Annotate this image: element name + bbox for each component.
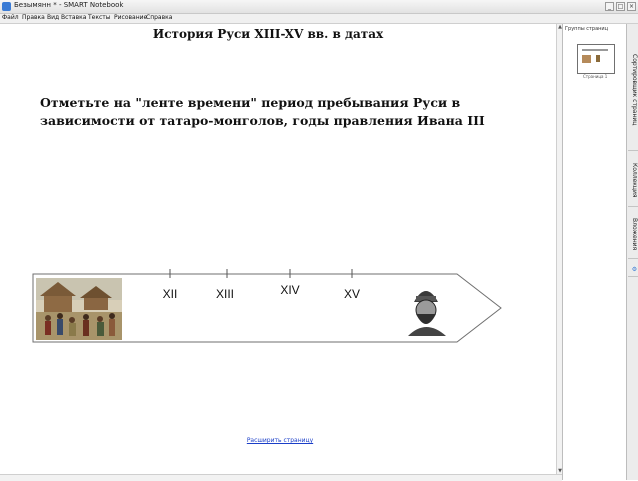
tab-attachments[interactable]: Вложения [628, 210, 638, 259]
side-tab-strip: Сортировщик страниц Коллекция Вложения ⚙ [626, 24, 638, 480]
thumb-title-line [582, 49, 608, 51]
page-thumbnail[interactable] [577, 44, 615, 74]
painting-icon[interactable] [36, 278, 122, 340]
thumb-image-icon [582, 55, 591, 63]
tab-gallery[interactable]: Коллекция [628, 154, 638, 207]
properties-icon[interactable]: ⚙ [628, 262, 638, 277]
page-groups-header[interactable]: Группы страниц [565, 26, 608, 32]
extend-page-link[interactable]: Расширить страницу [0, 437, 560, 444]
maximize-button[interactable]: □ [616, 2, 625, 11]
thumbnail-label: Страница 1 [583, 74, 608, 79]
century-label-xiii: XIII [215, 287, 235, 301]
close-button[interactable]: × [627, 2, 636, 11]
century-label-xiv: XIV [280, 283, 300, 297]
timeline-arrow[interactable] [0, 0, 556, 480]
page-sorter-panel: Группы страниц Страница 1 [562, 24, 627, 480]
century-label-xii: XII [162, 287, 178, 301]
thumb-portrait-icon [596, 55, 600, 62]
portrait-icon[interactable] [406, 282, 446, 336]
tab-page-sorter[interactable]: Сортировщик страниц [628, 30, 638, 151]
minimize-button[interactable]: _ [605, 2, 614, 11]
century-label-xv: XV [343, 287, 361, 301]
